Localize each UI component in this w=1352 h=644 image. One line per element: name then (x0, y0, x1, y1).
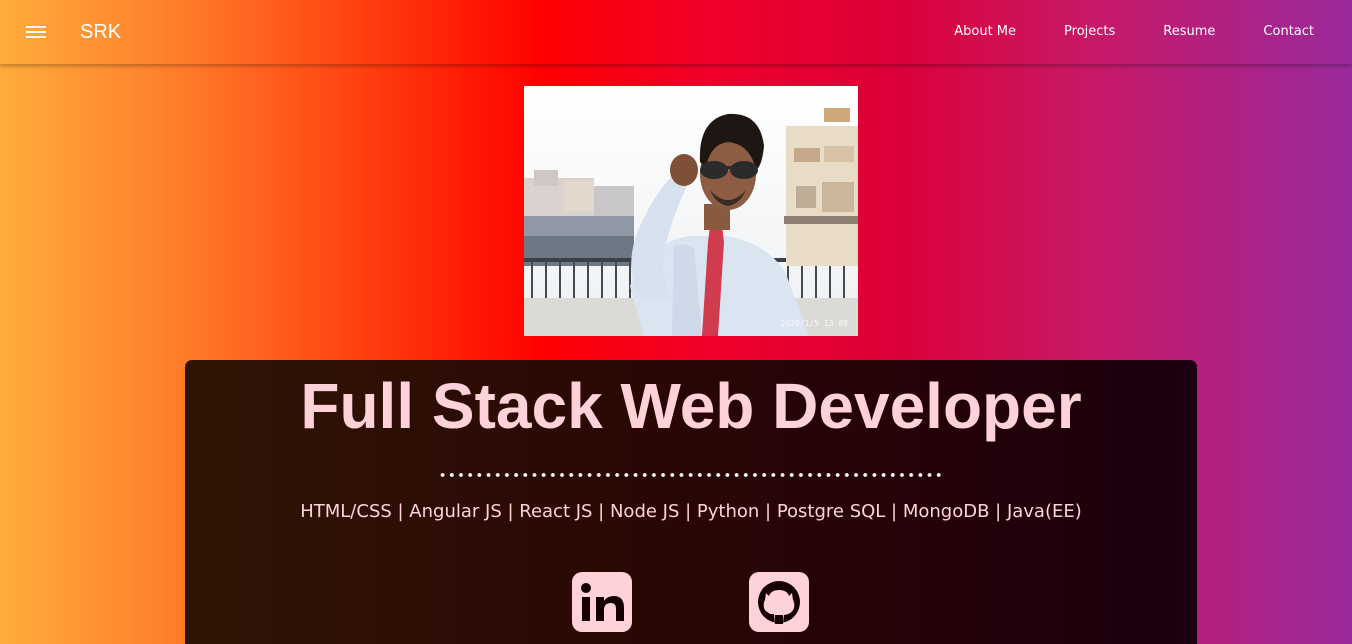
hamburger-menu-icon[interactable] (18, 16, 54, 48)
hero-card: Full Stack Web Developer HTML/CSS | Angu… (185, 360, 1197, 644)
github-icon[interactable] (749, 572, 809, 632)
hero-title: Full Stack Web Developer (300, 370, 1082, 442)
nav-link-resume[interactable]: Resume (1151, 0, 1227, 64)
nav-link-contact[interactable]: Contact (1251, 0, 1326, 64)
skills-list: HTML/CSS | Angular JS | React JS | Node … (300, 501, 1082, 522)
photo-timestamp: 2020/1/5 13:08 (780, 319, 848, 328)
nav-link-about-me[interactable]: About Me (942, 0, 1028, 64)
nav-links: About Me Projects Resume Contact (918, 0, 1326, 64)
profile-photo: 2020/1/5 13:08 (524, 86, 858, 336)
nav-link-projects[interactable]: Projects (1052, 0, 1127, 64)
top-navbar: SRK About Me Projects Resume Contact (0, 0, 1352, 64)
brand-logo[interactable]: SRK (80, 19, 121, 45)
dotted-divider (438, 470, 944, 480)
linkedin-icon[interactable] (572, 572, 632, 632)
profile-photo-image (524, 86, 858, 336)
